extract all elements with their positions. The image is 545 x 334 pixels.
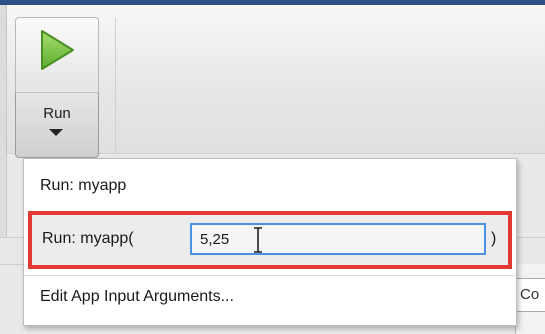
caret-down-icon — [49, 129, 63, 136]
menu-item-label: Run: myapp — [40, 177, 127, 194]
menu-item-label: Run: myapp( — [42, 230, 134, 247]
menu-item-edit-input-arguments[interactable]: Edit App Input Arguments... — [24, 281, 516, 315]
run-button-label: Run — [43, 105, 71, 122]
app-arguments-input[interactable] — [190, 223, 486, 255]
run-button[interactable] — [15, 17, 99, 93]
text-cursor-icon — [254, 227, 262, 253]
play-icon — [41, 30, 74, 70]
menu-item-label: Edit App Input Arguments... — [40, 288, 234, 305]
toolstrip-edge — [0, 5, 7, 260]
run-dropdown-menu: Run: myapp Run: myapp( ) Edit App Input … — [23, 158, 517, 326]
side-field-text: Co — [520, 286, 540, 303]
menu-item-run-with-args[interactable]: Run: myapp( ) — [28, 211, 512, 269]
menu-item-run-myapp[interactable]: Run: myapp — [24, 171, 516, 203]
section-divider — [115, 18, 116, 153]
menu-separator — [24, 275, 516, 276]
closing-paren: ) — [491, 230, 497, 247]
run-dropdown-button[interactable]: Run — [15, 92, 99, 158]
